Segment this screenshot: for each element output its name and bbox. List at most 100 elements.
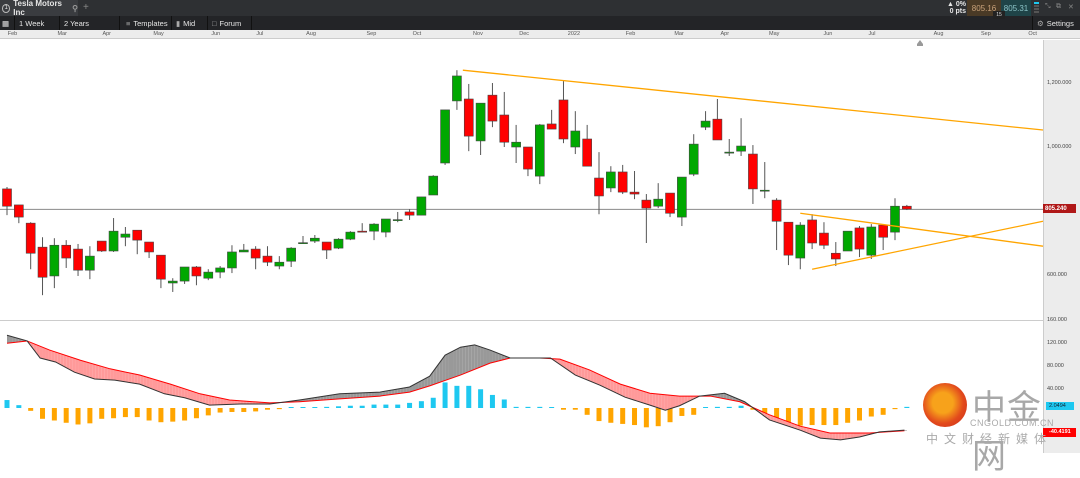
macd-fill bbox=[632, 388, 635, 401]
candle-up bbox=[441, 110, 450, 163]
macd-fill bbox=[362, 393, 365, 398]
candle-up bbox=[239, 250, 248, 252]
macd-histogram-bar bbox=[253, 408, 258, 411]
macd-histogram-bar bbox=[348, 406, 353, 408]
macd-fill bbox=[658, 394, 661, 409]
macd-histogram-bar bbox=[869, 408, 874, 417]
macd-fill bbox=[199, 394, 202, 403]
macd-fill bbox=[839, 433, 842, 440]
macd-fill bbox=[196, 393, 199, 403]
macd-fill bbox=[466, 346, 469, 373]
macd-histogram-bar bbox=[111, 408, 116, 418]
candle-down bbox=[642, 200, 651, 208]
macd-fill bbox=[105, 367, 108, 379]
macd-axis-label: 40.000 bbox=[1047, 386, 1064, 392]
macd-fill bbox=[614, 381, 617, 393]
macd-histogram-bar bbox=[64, 408, 69, 423]
macd-histogram-bar bbox=[466, 386, 471, 408]
macd-fill bbox=[593, 372, 596, 384]
macd-fill bbox=[487, 349, 490, 365]
macd-histogram-bar bbox=[668, 408, 673, 422]
macd-fill bbox=[81, 360, 84, 375]
candle-up bbox=[429, 176, 438, 195]
macd-fill bbox=[176, 386, 179, 397]
macd-fill bbox=[339, 394, 342, 399]
macd-histogram-bar bbox=[703, 407, 708, 408]
candle-down bbox=[748, 154, 757, 189]
price-axis-label: 1,200.000 bbox=[1047, 80, 1071, 86]
macd-fill bbox=[214, 397, 217, 405]
macd-fill bbox=[581, 367, 584, 379]
candle-down bbox=[595, 178, 604, 196]
candle-down bbox=[156, 255, 165, 279]
macd-fill bbox=[670, 395, 673, 409]
macd-histogram-bar bbox=[218, 408, 223, 413]
candle-up bbox=[891, 206, 900, 232]
candle-down bbox=[879, 225, 888, 237]
macd-histogram-bar bbox=[454, 386, 459, 408]
macd-histogram-bar bbox=[158, 408, 163, 422]
macd-histogram-bar bbox=[277, 408, 282, 409]
macd-histogram-bar bbox=[502, 399, 507, 408]
macd-fill bbox=[208, 396, 211, 406]
macd-fill bbox=[72, 358, 75, 373]
macd-histogram-bar bbox=[644, 408, 649, 427]
candle-down bbox=[26, 223, 35, 253]
candle-up bbox=[381, 219, 390, 232]
macd-histogram-bar bbox=[857, 408, 862, 421]
macd-fill bbox=[87, 362, 90, 377]
macd-histogram-bar bbox=[229, 408, 234, 412]
candle-up bbox=[843, 231, 852, 251]
macd-histogram-bar bbox=[419, 401, 424, 408]
macd-histogram-bar bbox=[383, 405, 388, 408]
macd-fill bbox=[90, 363, 93, 378]
candle-up bbox=[677, 177, 686, 217]
macd-histogram-bar bbox=[537, 407, 542, 408]
macd-fill bbox=[161, 381, 164, 393]
price-axis-label: 600.000 bbox=[1047, 272, 1067, 278]
macd-fill bbox=[596, 373, 599, 385]
macd-fill bbox=[661, 394, 664, 410]
macd-fill bbox=[51, 351, 54, 362]
macd-fill bbox=[84, 361, 87, 376]
candle-up bbox=[50, 245, 59, 276]
macd-histogram-bar bbox=[561, 408, 566, 410]
macd-fill bbox=[170, 384, 173, 395]
trendline bbox=[800, 213, 1043, 246]
macd-axis-label: 80.000 bbox=[1047, 363, 1064, 369]
macd-fill bbox=[629, 387, 632, 400]
macd-fill bbox=[637, 389, 640, 402]
candle-down bbox=[772, 200, 781, 221]
candle-up bbox=[85, 256, 94, 270]
macd-fill bbox=[96, 365, 99, 380]
candle-down bbox=[74, 249, 83, 270]
macd-fill bbox=[845, 433, 848, 439]
macd-fill bbox=[640, 390, 643, 403]
candle-up bbox=[346, 232, 355, 239]
macd-fill bbox=[54, 352, 57, 363]
candle-down bbox=[192, 267, 201, 276]
macd-histogram-bar bbox=[40, 408, 45, 419]
macd-fill bbox=[448, 352, 451, 379]
candle-up bbox=[216, 268, 225, 272]
macd-fill bbox=[182, 388, 185, 398]
candle-down bbox=[38, 247, 47, 277]
candle-up bbox=[121, 234, 130, 237]
macd-histogram-bar bbox=[632, 408, 637, 425]
macd-axis-label: 120.000 bbox=[1047, 340, 1067, 346]
macd-fill bbox=[43, 347, 46, 359]
macd-fill bbox=[356, 393, 359, 398]
macd-fill bbox=[643, 391, 646, 404]
macd-fill bbox=[457, 348, 460, 377]
macd-fill bbox=[211, 396, 214, 405]
macd-histogram-bar bbox=[147, 408, 152, 421]
candle-up bbox=[737, 146, 746, 151]
macd-fill bbox=[602, 376, 605, 388]
candle-down bbox=[618, 172, 627, 192]
candle-down bbox=[3, 189, 12, 206]
macd-histogram-bar bbox=[656, 408, 661, 426]
spread-value: 15 bbox=[993, 11, 1005, 19]
candle-up bbox=[452, 76, 461, 101]
candle-up bbox=[417, 197, 426, 215]
price-chart[interactable] bbox=[0, 0, 1080, 453]
